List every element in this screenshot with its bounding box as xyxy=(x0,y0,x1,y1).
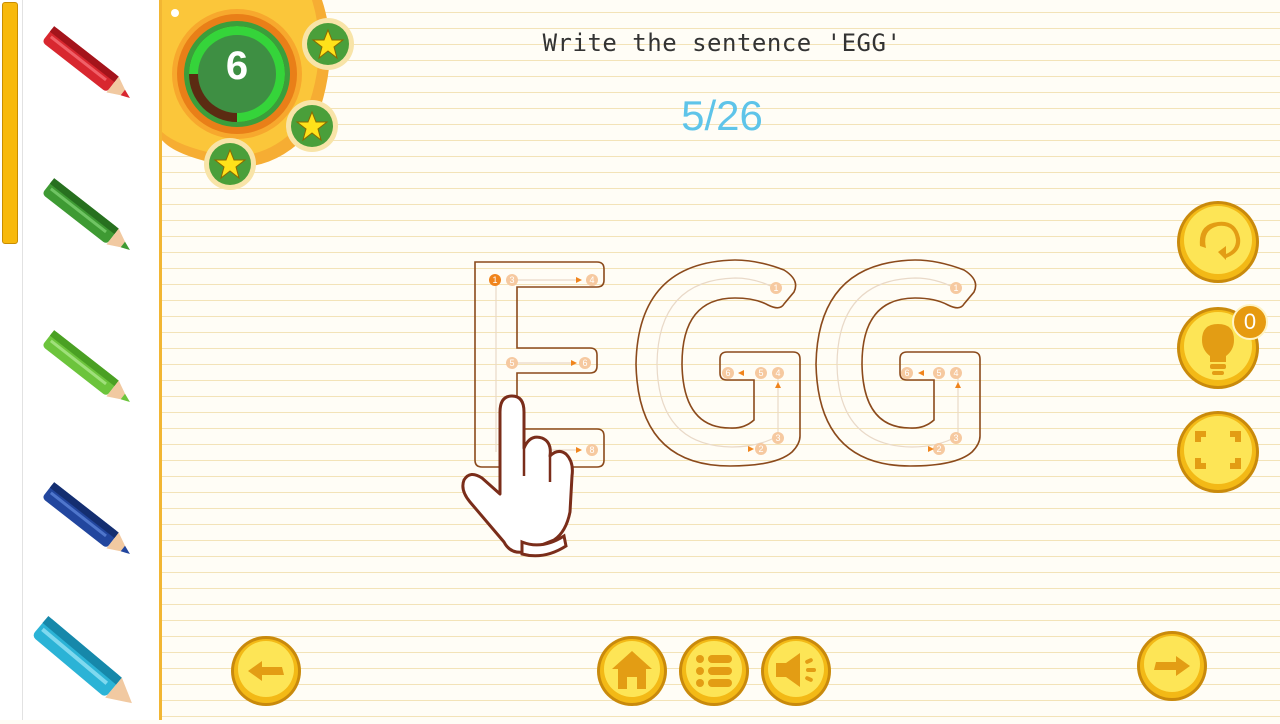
svg-text:2: 2 xyxy=(936,444,941,454)
svg-text:6: 6 xyxy=(725,368,730,378)
svg-text:5: 5 xyxy=(509,358,514,368)
svg-text:4: 4 xyxy=(775,368,780,378)
next-button[interactable] xyxy=(1136,630,1208,702)
svg-text:5: 5 xyxy=(758,368,763,378)
replay-button[interactable] xyxy=(1176,200,1260,284)
svg-text:6: 6 xyxy=(582,358,587,368)
pencil-sidebar xyxy=(0,0,160,720)
level-star-3 xyxy=(204,138,256,190)
sidebar-scrollbar[interactable] xyxy=(2,2,18,244)
svg-text:5: 5 xyxy=(936,368,941,378)
pencil-light-green[interactable] xyxy=(30,324,140,424)
svg-text:1: 1 xyxy=(773,283,778,293)
hint-count-badge: 0 xyxy=(1232,304,1268,340)
svg-text:6: 6 xyxy=(904,368,909,378)
progress-counter: 5/26 xyxy=(681,92,763,139)
pointing-hand-icon xyxy=(452,390,582,560)
level-badge xyxy=(162,0,362,200)
pencil-red[interactable] xyxy=(30,20,140,120)
fullscreen-button[interactable] xyxy=(1176,410,1260,494)
svg-text:1: 1 xyxy=(953,283,958,293)
sidebar-divider xyxy=(22,0,23,720)
pencil-blue[interactable] xyxy=(30,476,140,576)
home-button[interactable] xyxy=(596,635,668,707)
svg-text:2: 2 xyxy=(758,444,763,454)
pencil-dark-green[interactable] xyxy=(30,172,140,272)
svg-text:4: 4 xyxy=(589,275,594,285)
svg-text:1: 1 xyxy=(492,275,497,285)
level-number: 6 xyxy=(225,44,249,88)
svg-text:3: 3 xyxy=(953,433,958,443)
sound-button[interactable] xyxy=(760,635,832,707)
level-star-1 xyxy=(302,18,354,70)
svg-text:4: 4 xyxy=(953,368,958,378)
svg-text:3: 3 xyxy=(775,433,780,443)
menu-button[interactable] xyxy=(678,635,750,707)
level-star-2 xyxy=(286,100,338,152)
pencil-cyan-selected[interactable] xyxy=(26,612,150,720)
previous-button[interactable] xyxy=(230,635,302,707)
list-icon xyxy=(696,655,732,687)
svg-text:8: 8 xyxy=(589,445,594,455)
svg-text:3: 3 xyxy=(509,275,514,285)
instruction-text: Write the sentence 'EGG' xyxy=(542,29,902,57)
